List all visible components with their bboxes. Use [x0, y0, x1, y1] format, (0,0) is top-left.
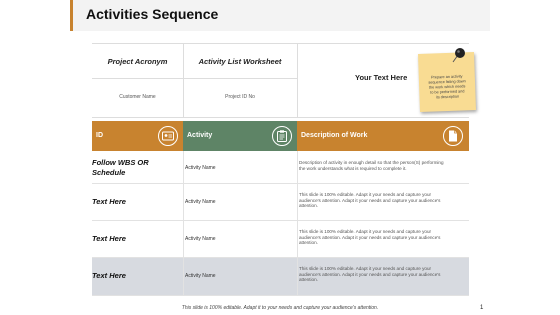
row-id-cell: Text Here: [92, 234, 126, 243]
desc-line: attention.: [299, 240, 318, 246]
id-column-header: ID: [92, 121, 183, 151]
row-description-cell: This slide is 100% editable. Adapt it yo…: [299, 192, 467, 209]
desc-line: attention.: [299, 203, 318, 209]
document-icon: [443, 126, 463, 146]
project-acronym-heading: Project Acronym: [107, 57, 168, 66]
row-description-cell: Description of activity in enough detail…: [299, 160, 467, 171]
row-description-cell: This slide is 100% editable. Adapt it yo…: [299, 229, 467, 246]
row-id-cell: Text Here: [92, 197, 126, 206]
clipboard-icon: [272, 126, 292, 146]
divider: [92, 78, 297, 79]
row-description-cell: This slide is 100% editable. Adapt it yo…: [299, 266, 467, 283]
id-card-icon: [158, 126, 178, 146]
customer-name-value: Customer Name: [119, 94, 156, 100]
divider: [183, 43, 184, 118]
row-activity-cell: Activity Name: [185, 236, 216, 242]
info-table: [92, 43, 297, 118]
activity-list-worksheet-heading: Activity List Worksheet: [198, 57, 282, 66]
row-id-line: Follow WBS OR: [92, 158, 149, 167]
description-header-label: Description of Work: [301, 132, 368, 139]
project-id-value: Project ID No: [225, 94, 255, 100]
activity-column-header: Activity: [183, 121, 297, 151]
column-divider: [183, 151, 184, 296]
row-id-cell: Text Here: [92, 271, 126, 280]
row-activity-cell: Activity Name: [185, 199, 216, 205]
desc-line: the work understands what is required to…: [299, 165, 407, 171]
desc-line: attention.: [299, 277, 318, 283]
description-column-header: Description of Work: [297, 121, 469, 151]
footer-text: This slide is 100% editable. Adapt it to…: [181, 305, 379, 311]
activity-header-label: Activity: [187, 132, 213, 139]
page-number: 1: [480, 305, 484, 311]
id-header-label: ID: [96, 132, 103, 139]
desc-line: Description of activity in enough detail…: [299, 160, 444, 165]
row-activity-cell: Activity Name: [185, 273, 216, 279]
page-title: Activities Sequence: [86, 6, 219, 22]
pushpin-icon: [452, 48, 465, 63]
row-activity-cell: Activity Name: [185, 165, 216, 171]
row-id-line: Schedule: [92, 168, 126, 177]
column-divider: [297, 151, 298, 296]
row-id-cell: Follow WBS OR Schedule: [92, 158, 149, 178]
your-text-label: Your Text Here: [355, 73, 408, 82]
